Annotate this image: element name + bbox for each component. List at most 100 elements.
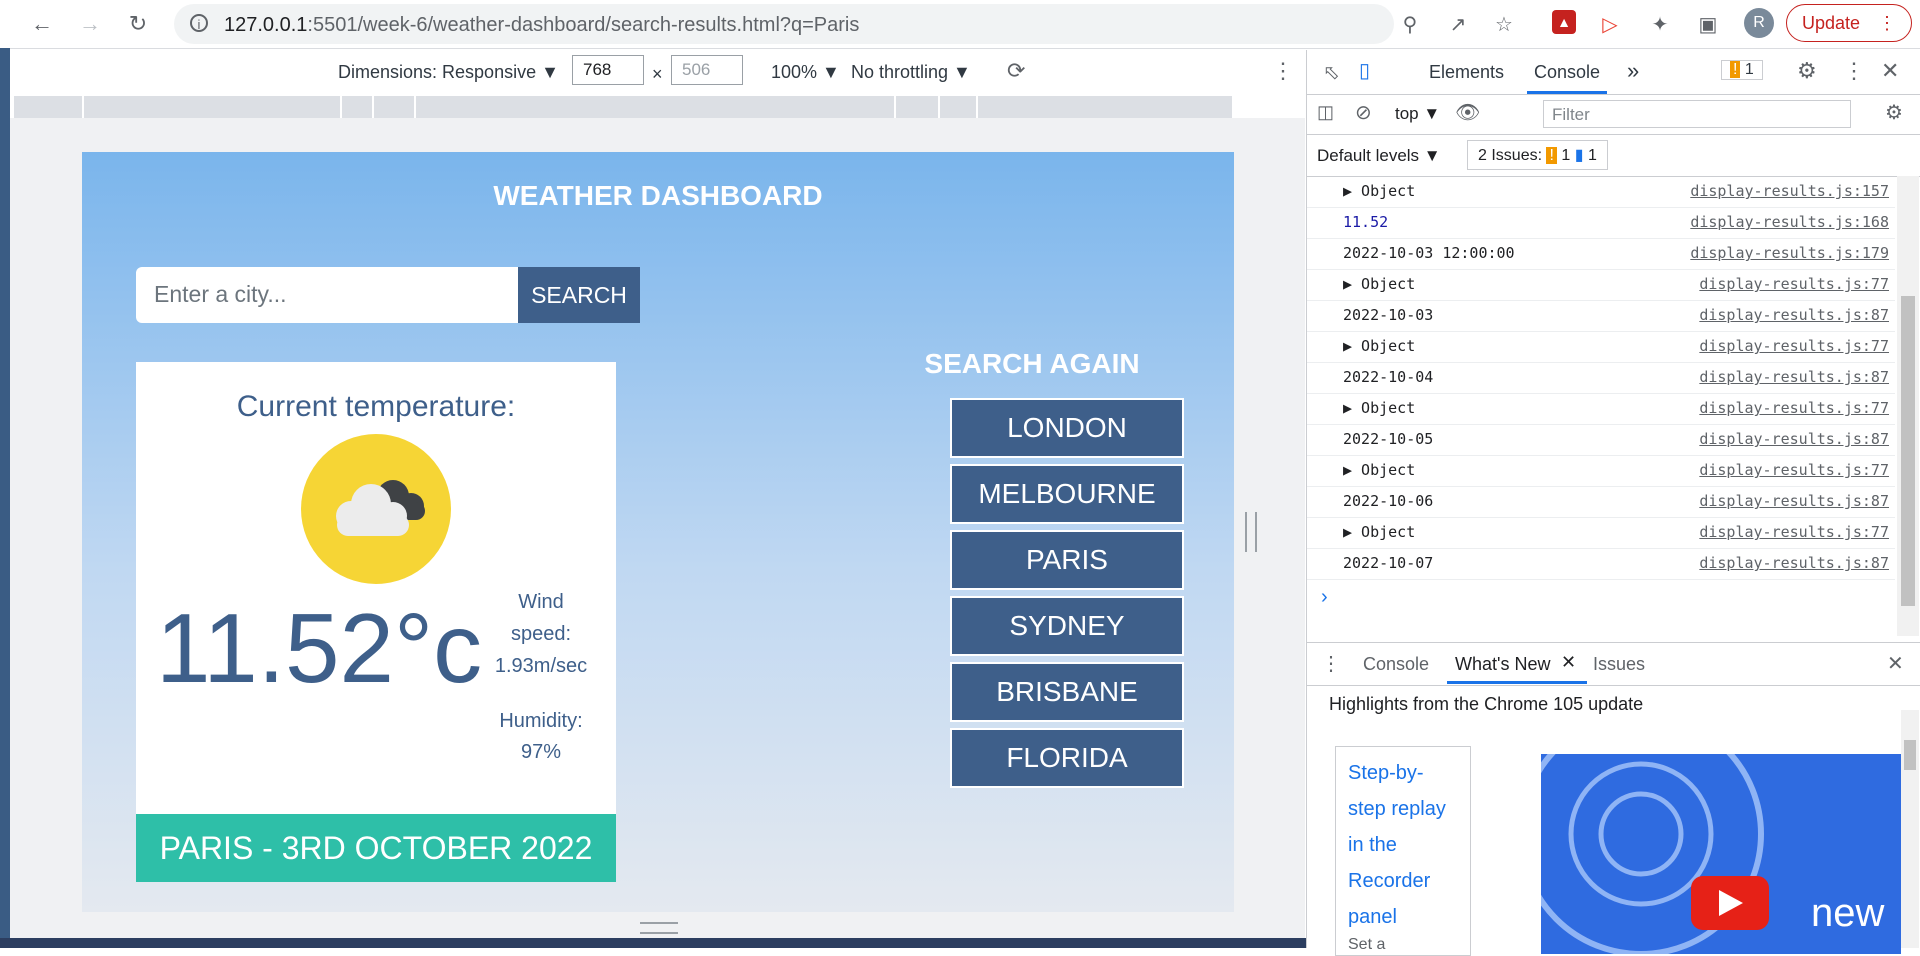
media-query-ruler xyxy=(14,96,1232,118)
address-bar[interactable]: i 127.0.0.1:5501/week-6/weather-dashboar… xyxy=(174,4,1513,44)
console-log-row[interactable]: ▶ Object display-results.js:77 xyxy=(1307,393,1895,425)
viewport-resize-handle[interactable] xyxy=(1245,512,1257,552)
pdf-extension-icon[interactable]: ▲ xyxy=(1552,10,1576,34)
console-log-row[interactable]: 2022-10-04 display-results.js:87 xyxy=(1307,362,1895,394)
width-input[interactable]: 768 xyxy=(572,55,644,85)
ruler-tick xyxy=(976,96,978,118)
extension-icon[interactable]: ▷ xyxy=(1596,10,1624,38)
devtools-menu-icon[interactable]: ⋮ xyxy=(1843,58,1865,84)
console-prompt[interactable]: › xyxy=(1321,586,1328,609)
whats-new-heading: Highlights from the Chrome 105 update xyxy=(1329,694,1644,714)
feature-subtitle: Set a xyxy=(1348,936,1386,953)
warning-count-badge[interactable]: ! 1 xyxy=(1721,60,1763,80)
feature-title: Step-by-step replay in the Recorder pane… xyxy=(1348,762,1446,928)
console-log-row[interactable]: ▶ Object display-results.js:157 xyxy=(1307,176,1895,208)
close-drawer-icon[interactable]: ✕ xyxy=(1887,651,1904,676)
live-expression-eye-icon[interactable]: 👁 xyxy=(1455,100,1480,125)
device-toggle-icon[interactable]: ▯ xyxy=(1359,58,1370,83)
console-log-row[interactable]: 2022-10-05 display-results.js:87 xyxy=(1307,424,1895,456)
city-button-melbourne[interactable]: MELBOURNE xyxy=(950,464,1184,524)
drawer-menu-icon[interactable]: ⋮ xyxy=(1321,651,1341,676)
issues-counter[interactable]: 2 Issues: ! 1 ▮ 1 xyxy=(1467,140,1608,170)
temperature-value: 11.52°c xyxy=(156,593,483,703)
reload-icon[interactable]: ↻ xyxy=(122,8,154,40)
console-log-row[interactable]: 2022-10-07 display-results.js:87 xyxy=(1307,548,1895,580)
drawer-tab-console[interactable]: Console xyxy=(1363,654,1429,675)
ruler-tick xyxy=(414,96,416,118)
more-tabs-button[interactable]: » xyxy=(1627,58,1639,84)
search-button[interactable]: SEARCH xyxy=(518,267,640,323)
console-log-row[interactable]: ▶ Object display-results.js:77 xyxy=(1307,331,1895,363)
zoom-dropdown[interactable]: 100% ▼ xyxy=(771,62,840,83)
viewport-bottom-resize-handle[interactable] xyxy=(640,922,678,934)
close-devtools-icon[interactable]: ✕ xyxy=(1881,58,1899,84)
console-log-row[interactable]: ▶ Object display-results.js:77 xyxy=(1307,517,1895,549)
ruler-tick xyxy=(340,96,342,118)
device-more-options-icon[interactable]: ⋮ xyxy=(1272,58,1294,84)
zoom-search-icon[interactable]: ⚲ xyxy=(1396,10,1424,38)
city-button-florida[interactable]: FLORIDA xyxy=(950,728,1184,788)
city-search-input[interactable]: Enter a city... xyxy=(136,267,518,323)
default-levels-dropdown[interactable]: Default levels ▼ xyxy=(1317,146,1441,166)
current-temperature-label: Current temperature: xyxy=(236,390,516,423)
bookmark-star-icon[interactable]: ☆ xyxy=(1490,10,1518,38)
tab-elements[interactable]: Elements xyxy=(1429,62,1504,83)
side-panel-icon[interactable]: ▣ xyxy=(1694,10,1722,38)
share-icon[interactable]: ↗ xyxy=(1444,10,1472,38)
tab-console[interactable]: Console xyxy=(1534,62,1600,83)
video-overlay-text: new xyxy=(1811,891,1884,935)
console-log-row[interactable]: 2022-10-03 display-results.js:87 xyxy=(1307,300,1895,332)
city-button-sydney[interactable]: SYDNEY xyxy=(950,596,1184,656)
warning-icon: ! xyxy=(1730,61,1741,78)
drawer-tab-issues[interactable]: Issues xyxy=(1593,654,1645,675)
console-log-row[interactable]: ▶ Object display-results.js:77 xyxy=(1307,269,1895,301)
humidity-value: 97% xyxy=(520,741,562,763)
sidebar-toggle-icon[interactable]: ◫ xyxy=(1317,102,1334,123)
drawer-tab-bar: ⋮ Console What's New ✕ Issues ✕ xyxy=(1307,642,1920,686)
console-settings-icon[interactable]: ⚙ xyxy=(1885,100,1903,125)
clear-console-icon[interactable]: ⊘ xyxy=(1355,100,1372,125)
device-toolbar: Dimensions: Responsive ▼ 768 × 506 100% … xyxy=(10,50,1305,96)
ruler-tick xyxy=(894,96,896,118)
drawer-tab-whats-new[interactable]: What's New xyxy=(1455,654,1550,675)
browser-toolbar: ← → ↻ i 127.0.0.1:5501/week-6/weather-da… xyxy=(0,0,1920,49)
settings-gear-icon[interactable]: ⚙ xyxy=(1797,58,1817,84)
whats-new-video[interactable]: new xyxy=(1541,754,1901,954)
update-button[interactable]: Update ⋮ xyxy=(1786,4,1912,42)
current-weather-card: Current temperature: 11.52°c Wind speed:… xyxy=(136,362,616,882)
ruler-tick xyxy=(82,96,84,118)
console-log-row[interactable]: 11.52 display-results.js:168 xyxy=(1307,207,1895,239)
site-info-icon[interactable]: i xyxy=(190,14,208,32)
humidity-label: Humidity: xyxy=(499,710,583,732)
dimension-separator: × xyxy=(652,64,663,84)
whats-new-feature-link[interactable]: Step-by-step replay in the Recorder pane… xyxy=(1335,746,1471,956)
page-title: WEATHER DASHBOARD xyxy=(493,180,823,211)
inspect-element-icon[interactable]: ⬁ xyxy=(1323,60,1340,85)
console-filter-input[interactable]: Filter xyxy=(1543,100,1851,128)
devtools-tab-bar: ⬁ ▯ Elements Console » ! 1 ⚙ ⋮ ✕ xyxy=(1307,50,1920,95)
context-selector[interactable]: top ▼ xyxy=(1395,104,1440,124)
close-tab-icon[interactable]: ✕ xyxy=(1561,652,1576,673)
city-button-brisbane[interactable]: BRISBANE xyxy=(950,662,1184,722)
city-button-london[interactable]: LONDON xyxy=(950,398,1184,458)
console-log-row[interactable]: 2022-10-03 12:00:00 display-results.js:17… xyxy=(1307,238,1895,270)
drawer-scrollbar-thumb[interactable] xyxy=(1904,740,1916,770)
city-button-paris[interactable]: PARIS xyxy=(950,530,1184,590)
extensions-puzzle-icon[interactable]: ✦ xyxy=(1646,10,1674,38)
back-icon[interactable]: ← xyxy=(26,8,58,40)
console-log-row[interactable]: ▶ Object display-results.js:77 xyxy=(1307,455,1895,487)
height-input[interactable]: 506 xyxy=(671,55,743,85)
throttling-dropdown[interactable]: No throttling ▼ xyxy=(851,62,971,83)
forward-icon[interactable]: → xyxy=(74,8,106,40)
rotate-icon[interactable]: ⟳ xyxy=(1007,58,1025,84)
wind-value: 1.93m/sec xyxy=(494,655,588,677)
profile-avatar[interactable]: R xyxy=(1744,8,1774,38)
drawer-scrollbar[interactable] xyxy=(1901,710,1919,948)
dimensions-dropdown[interactable]: Dimensions: Responsive ▼ xyxy=(338,62,559,83)
weather-page: WEATHER DASHBOARD Enter a city... SEARCH… xyxy=(82,152,1234,912)
desktop-edge xyxy=(0,48,10,948)
scrollbar-thumb[interactable] xyxy=(1901,296,1915,606)
url-text[interactable]: 127.0.0.1:5501/week-6/weather-dashboard/… xyxy=(224,14,859,37)
console-scrollbar[interactable] xyxy=(1897,176,1919,636)
console-log-row[interactable]: 2022-10-06 display-results.js:87 xyxy=(1307,486,1895,518)
